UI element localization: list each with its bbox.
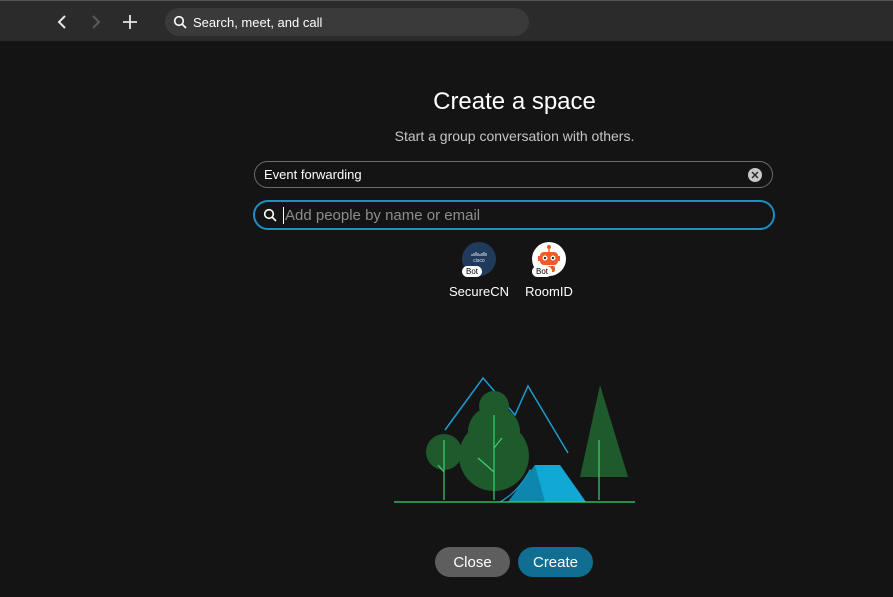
suggestion-securecn[interactable]: cisco Bot SecureCN bbox=[439, 242, 519, 299]
search-bar[interactable]: Search, meet, and call bbox=[165, 8, 529, 36]
clear-icon[interactable] bbox=[748, 167, 762, 182]
add-people-input[interactable] bbox=[283, 206, 773, 224]
bot-badge: Bot bbox=[532, 266, 553, 277]
plus-icon bbox=[123, 15, 137, 29]
chevron-right-icon bbox=[92, 15, 101, 29]
search-icon bbox=[263, 208, 277, 222]
suggestion-name: RoomID bbox=[525, 284, 573, 299]
chevron-left-icon bbox=[57, 15, 66, 29]
forward-button[interactable] bbox=[82, 9, 108, 35]
top-toolbar: Search, meet, and call bbox=[0, 0, 893, 41]
close-button[interactable]: Close bbox=[435, 547, 510, 577]
space-name-value[interactable]: Event forwarding bbox=[264, 167, 748, 182]
suggestion-name: SecureCN bbox=[449, 284, 509, 299]
avatar: Bot bbox=[532, 242, 566, 277]
add-people-field[interactable] bbox=[253, 200, 775, 230]
avatar: cisco Bot bbox=[462, 242, 496, 277]
space-name-field[interactable]: Event forwarding bbox=[254, 161, 773, 188]
empty-state-illustration bbox=[390, 370, 640, 515]
new-button[interactable] bbox=[117, 9, 143, 35]
search-placeholder: Search, meet, and call bbox=[193, 14, 323, 30]
search-icon bbox=[173, 15, 187, 29]
svg-text:cisco: cisco bbox=[473, 258, 485, 264]
bot-badge: Bot bbox=[462, 266, 483, 277]
back-button[interactable] bbox=[50, 9, 76, 35]
create-button[interactable]: Create bbox=[518, 547, 593, 577]
suggestion-roomid[interactable]: Bot RoomID bbox=[509, 242, 589, 299]
dialog-title: Create a space bbox=[433, 88, 596, 115]
dialog-subtitle: Start a group conversation with others. bbox=[394, 128, 635, 144]
